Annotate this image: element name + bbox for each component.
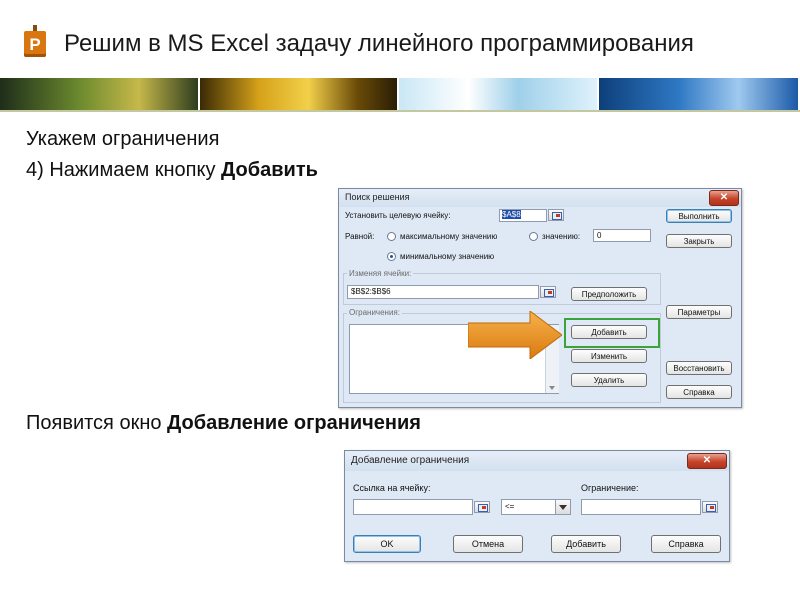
cell-reference-icon[interactable] [474, 501, 490, 513]
cell-reference-icon[interactable] [540, 286, 556, 298]
add-constraint-titlebar: Добавление ограничения [345, 451, 729, 471]
changing-cells-label: Изменяя ячейки: [347, 269, 414, 278]
text-line-3-prefix: Появится окно [26, 412, 168, 434]
orange-arrow-icon [468, 311, 562, 359]
slide-title: Решим в MS Excel задачу линейного програ… [64, 30, 694, 57]
min-label: минимальному значению [400, 252, 495, 261]
banner-divider [0, 110, 800, 112]
add-button-highlight [564, 318, 660, 348]
max-label: максимальному значению [400, 232, 498, 241]
options-button[interactable]: Параметры [666, 305, 732, 319]
add-constraint-dialog: Добавление ограничения ✕ Ссылка на ячейк… [344, 450, 730, 562]
banner-image-4 [598, 78, 798, 110]
banner-image-1 [0, 78, 198, 110]
constraints-label: Ограничения: [347, 308, 402, 317]
text-line-1: Укажем ограничения [26, 128, 220, 150]
dropdown-arrow-icon[interactable] [555, 500, 570, 514]
value-label: значению: [542, 232, 581, 241]
close-icon[interactable]: ✕ [709, 190, 739, 206]
cell-reference-icon[interactable] [548, 209, 564, 221]
logo-letter: P [29, 35, 41, 54]
decorative-banner [0, 78, 800, 110]
text-line-3: Появится окно Добавление ограничения [26, 412, 421, 435]
target-cell-input[interactable]: $A$8 [499, 209, 547, 222]
cell-reference-icon[interactable] [702, 501, 718, 513]
target-cell-value: $A$8 [502, 210, 521, 219]
ok-button[interactable]: OK [353, 535, 421, 553]
solver-dialog: Поиск решения ✕ Установить целевую ячейк… [338, 188, 742, 408]
help-button[interactable]: Справка [666, 385, 732, 399]
target-cell-label: Установить целевую ячейку: [345, 211, 451, 220]
logo-badge: P [24, 31, 46, 57]
max-radio[interactable] [387, 232, 396, 241]
text-line-2-prefix: 4) Нажимаем кнопку [26, 159, 222, 181]
banner-image-3 [399, 78, 597, 110]
add-button[interactable]: Добавить [551, 535, 621, 553]
cancel-button[interactable]: Отмена [453, 535, 523, 553]
close-button[interactable]: Закрыть [666, 234, 732, 248]
solver-dialog-titlebar: Поиск решения [339, 189, 741, 207]
cell-reference-input[interactable] [353, 499, 473, 515]
constraint-input[interactable] [581, 499, 701, 515]
guess-button[interactable]: Предположить [571, 287, 647, 301]
changing-cells-input[interactable]: $B$2:$B$6 [347, 285, 539, 299]
scroll-down-icon[interactable] [549, 386, 555, 390]
text-line-2-bold: Добавить [221, 159, 318, 181]
operator-select[interactable]: <= [501, 499, 571, 515]
text-line-2: 4) Нажимаем кнопку Добавить [26, 159, 318, 182]
constraint-label: Ограничение: [581, 483, 639, 493]
solve-button[interactable]: Выполнить [666, 209, 732, 223]
banner-image-2 [199, 78, 397, 110]
logo-flag-icon: P [24, 25, 46, 57]
close-icon[interactable]: ✕ [687, 453, 727, 469]
delete-constraint-button[interactable]: Удалить [571, 373, 647, 387]
solver-dialog-title: Поиск решения [345, 192, 410, 202]
help-button[interactable]: Справка [651, 535, 721, 553]
reset-button[interactable]: Восстановить [666, 361, 732, 375]
min-radio[interactable] [387, 252, 396, 261]
change-constraint-button[interactable]: Изменить [571, 349, 647, 363]
operator-value: <= [505, 502, 515, 511]
equal-to-label: Равной: [345, 232, 375, 241]
cell-reference-label: Ссылка на ячейку: [353, 483, 431, 493]
value-input[interactable]: 0 [593, 229, 651, 242]
add-constraint-title: Добавление ограничения [351, 455, 470, 466]
text-line-3-bold: Добавление ограничения [167, 412, 421, 434]
value-radio[interactable] [529, 232, 538, 241]
